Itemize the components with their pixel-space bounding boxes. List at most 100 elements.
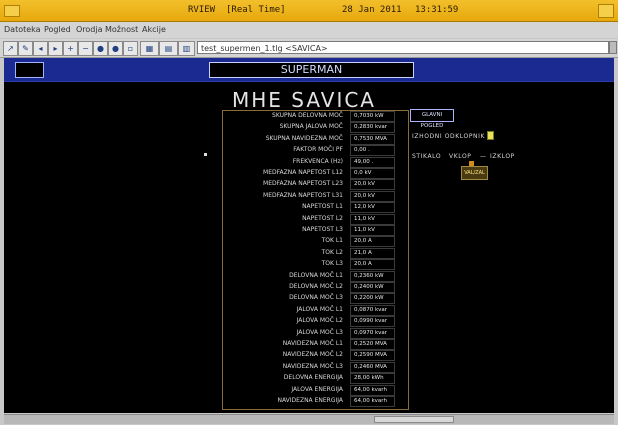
toolbar: ↗ ✎ ◂ ▸ + − ● ● ▫ ▦ ▤ ▥ test_supermen_1.… [0,39,618,58]
save-icon[interactable]: ✎ [18,41,33,56]
measurement-value-box: 20,0 A [350,236,395,247]
measurement-value-box: 0,00 . [350,145,395,156]
measurement-value: 20,0 A [354,238,372,244]
measurement-value-box: 64,00 kvarh [350,385,395,396]
measurement-value: 11,0 kV [354,216,375,222]
measurement-value-box: 0,2460 MVA [350,362,395,373]
window-menu-icon[interactable] [4,5,20,17]
measurement-value: 0,0 kV [354,170,372,176]
measurement-value-box: 11,0 kV [350,225,395,236]
superman-banner[interactable]: SUPERMAN [209,62,414,78]
measurement-value-box: 0,2400 kW [350,282,395,293]
measurement-value: 64,00 kvarh [354,398,387,404]
measurement-label: JALOVA MOČ L2 [296,317,343,324]
measurement-value: 28,00 kWh [354,375,384,381]
measurement-value: 21,0 A [354,250,372,256]
grid-icon[interactable]: ▦ [140,41,159,56]
measurement-value-box: 49,00 . [350,157,395,168]
measurement-value: 0,2590 MVA [354,352,387,358]
measurement-value-box: 64,00 kvarh [350,396,395,407]
zoom-in-icon[interactable]: + [63,41,78,56]
forward-icon[interactable]: ▸ [48,41,63,56]
switch-label: STIKALO [412,153,442,160]
measurement-value-box: 0,2200 kW [350,293,395,304]
measurement-value: 0,0970 kvar [354,330,388,336]
scrollbar-thumb[interactable] [374,416,454,423]
measurement-value: 64,00 kvarh [354,387,387,393]
measurement-value-box: 0,2590 MVA [350,350,395,361]
measurement-value: 11,0 kV [354,227,375,233]
measurement-value-box: 0,0970 kvar [350,328,395,339]
measurement-label: DELOVNA MOČ L2 [289,283,343,290]
measurement-value-box: 28,00 kWh [350,373,395,384]
layers-icon[interactable]: ▤ [159,41,178,56]
station-title: MHE SAVICA [232,88,376,112]
scada-display: SUPERMAN MHE SAVICA SKUPNA DELOVNA MOČ 0,… [4,58,614,413]
measurement-value: 20,0 kV [354,193,375,199]
measurement-label: JALOVA MOČ L1 [296,306,343,313]
measurement-value: 0,7030 kW [354,113,384,119]
measurement-value: 20,0 kV [354,181,375,187]
measurement-value-box: 20,0 kV [350,179,395,190]
window-maximize-icon[interactable] [598,4,614,18]
measurement-value: 12,0 kV [354,204,375,210]
measurement-value-box: 0,7030 kW [350,111,395,122]
measurement-label: TOK L2 [321,249,343,256]
measurement-value: 0,0870 kvar [354,307,388,313]
measurement-value-box: 0,2360 kW [350,271,395,282]
menu-options[interactable]: Možnost [105,25,138,34]
measurement-label: TOK L1 [321,237,343,244]
measurement-value-box: 12,0 kV [350,202,395,213]
switch-separator: — [480,153,487,160]
measurement-label: MEDFAZNA NAPETOST L12 [263,169,343,176]
measurement-label: JALOVA ENERGIJA [291,386,343,393]
home-icon[interactable]: ● [108,41,123,56]
measurement-label: SKUPNA NAVIDEZNA MOČ [265,135,343,142]
measurement-label: SKUPNA JALOVA MOČ [279,123,343,130]
measurement-value-box: 0,0990 kvar [350,316,395,327]
window-time: 13:31:59 [415,5,459,15]
measurement-label: NAPETOST L3 [302,226,343,233]
measurement-label: JALOVA MOČ L3 [296,329,343,336]
measurement-label: DELOVNA ENERGIJA [283,374,343,381]
display-path-field[interactable]: test_supermen_1.tlg <SAVICA> [197,41,609,54]
menu-bar: Datoteka Pogled Orodja Možnost Akcije [0,22,618,38]
valzal-button[interactable]: VAL/ZAL [461,166,488,180]
breaker-label: IZHODNI ODKLOPNIK [412,133,486,140]
menu-file[interactable]: Datoteka [4,25,41,34]
window-titlebar: RVIEW [Real Time] 28 Jan 2011 13:31:59 [0,0,618,22]
nav-box[interactable] [15,62,44,78]
indicator-dot [204,153,207,156]
measurement-value-box: 0,2830 kvar [350,122,395,133]
menu-view[interactable]: Pogled [44,25,71,34]
measurement-label: NAVIDEZNA MOČ L1 [282,340,343,347]
measurement-label: NAPETOST L1 [302,203,343,210]
measurement-value-box: 0,2520 MVA [350,339,395,350]
page-icon[interactable]: ▫ [123,41,138,56]
zoom-out-icon[interactable]: − [78,41,93,56]
measurement-label: NAVIDEZNA MOČ L3 [282,363,343,370]
horizontal-scrollbar[interactable] [4,414,614,424]
measurement-value: 0,2400 kW [354,284,384,290]
top-band: SUPERMAN [4,58,614,82]
measurement-value: 0,2200 kW [354,295,384,301]
menu-tools[interactable]: Orodja [76,25,103,34]
measurement-label: NAPETOST L2 [302,215,343,222]
menu-actions[interactable]: Akcije [142,25,166,34]
back-icon[interactable]: ◂ [33,41,48,56]
switch-off-label: IZKLOP [490,153,515,160]
main-view-button[interactable]: GLAVNI POGLED [410,109,454,129]
open-icon[interactable]: ↗ [3,41,18,56]
measurement-label: MEDFAZNA NAPETOST L31 [263,192,343,199]
measurement-label: SKUPNA DELOVNA MOČ [272,112,343,119]
measurement-label: NAVIDEZNA ENERGIJA [277,397,343,404]
refresh-icon[interactable]: ● [93,41,108,56]
list-icon[interactable]: ▥ [178,41,195,56]
breaker-status-indicator[interactable] [487,131,494,140]
window-app-name: RVIEW [188,5,216,15]
measurement-label: MEDFAZNA NAPETOST L23 [263,180,343,187]
measurement-label: DELOVNA MOČ L1 [289,272,343,279]
path-dropdown-button[interactable] [609,41,617,54]
measurement-label: TOK L3 [321,260,343,267]
measurement-value: 0,2830 kvar [354,124,388,130]
